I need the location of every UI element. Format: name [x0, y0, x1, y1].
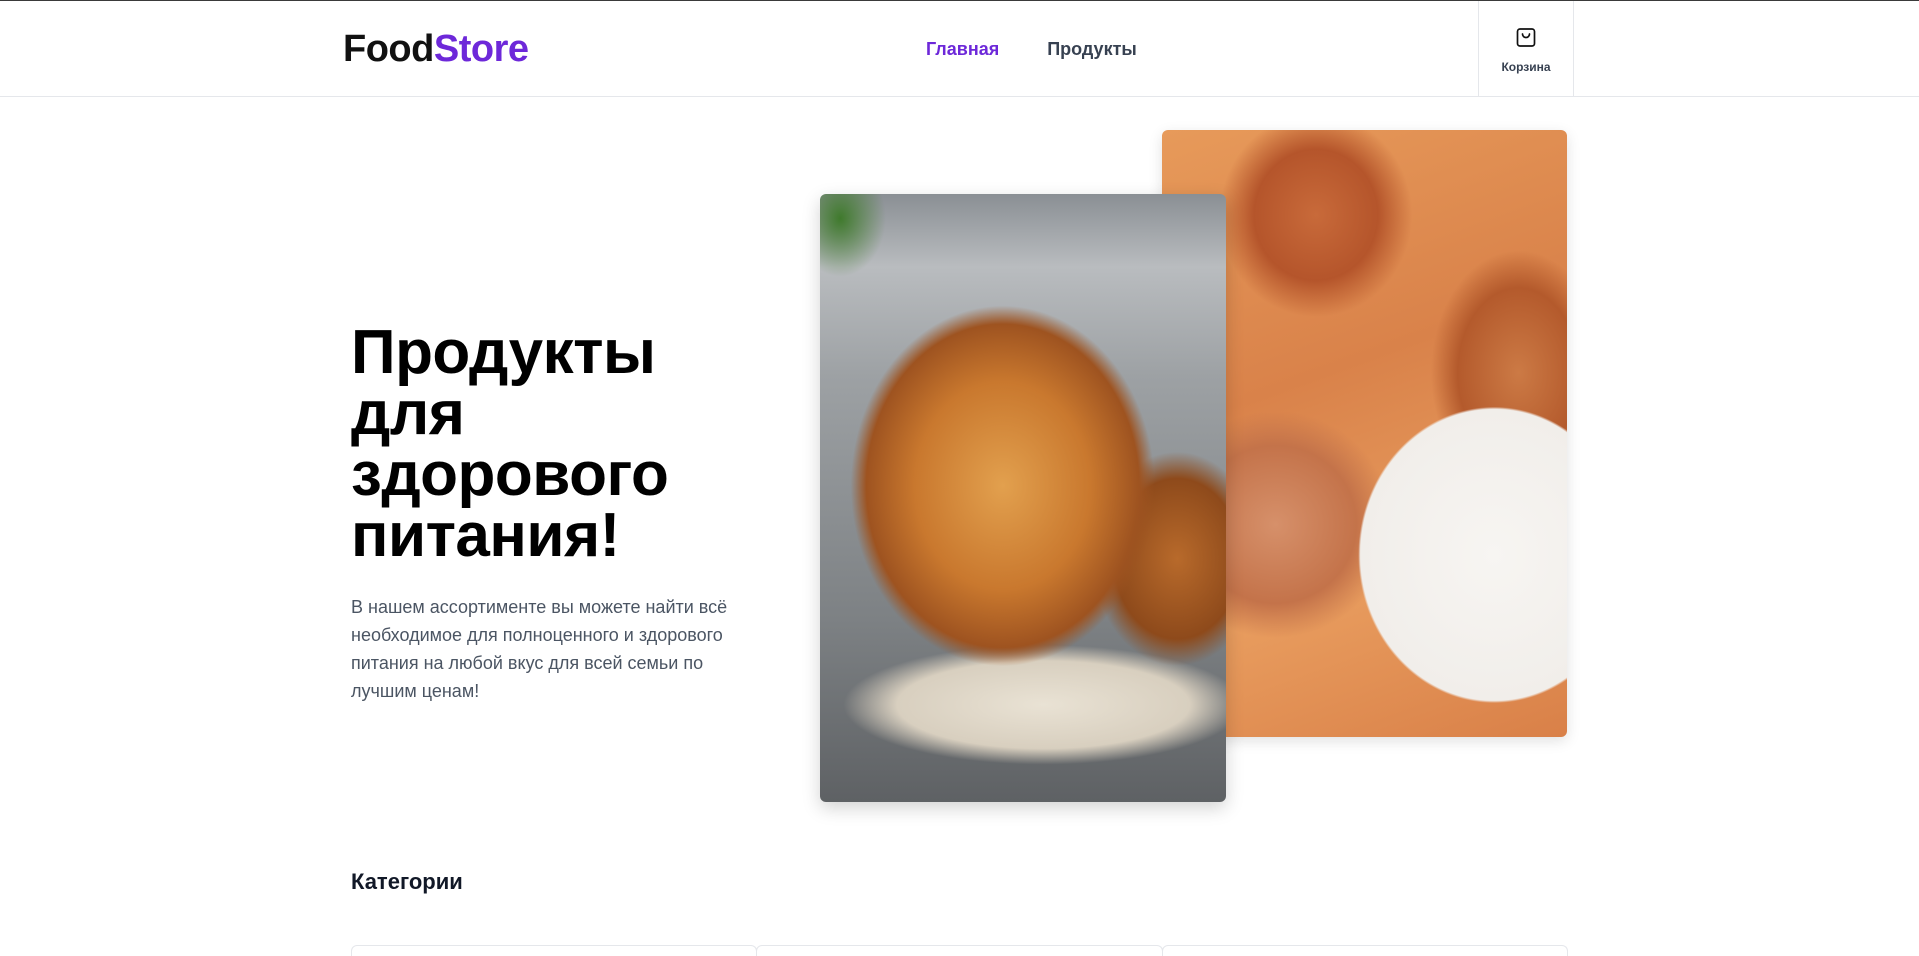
categories-title: Категории [351, 869, 463, 894]
brand-logo-part2: Store [433, 28, 529, 70]
hero-title: Продукты для здорового питания! [351, 318, 669, 570]
brand-logo-part1: Food [343, 28, 434, 70]
cart-button[interactable]: Корзина [1478, 1, 1574, 97]
category-card[interactable] [1161, 945, 1568, 956]
category-card[interactable] [351, 945, 758, 956]
hero-image-roast-chicken [820, 194, 1226, 802]
nav-link-home[interactable]: Главная [926, 37, 999, 61]
site-header: FoodStore Главная Продукты Корзина [0, 1, 1919, 97]
cart-label: Корзина [1501, 59, 1551, 74]
category-cards [351, 945, 1568, 956]
category-card[interactable] [756, 945, 1163, 956]
shopping-bag-icon [1514, 25, 1538, 60]
nav-link-products[interactable]: Продукты [1047, 37, 1137, 61]
main-nav: Главная Продукты [926, 37, 1137, 61]
brand-logo[interactable]: FoodStore [343, 29, 529, 69]
hero-description: В нашем ассортименте вы можете найти всё… [351, 597, 728, 701]
